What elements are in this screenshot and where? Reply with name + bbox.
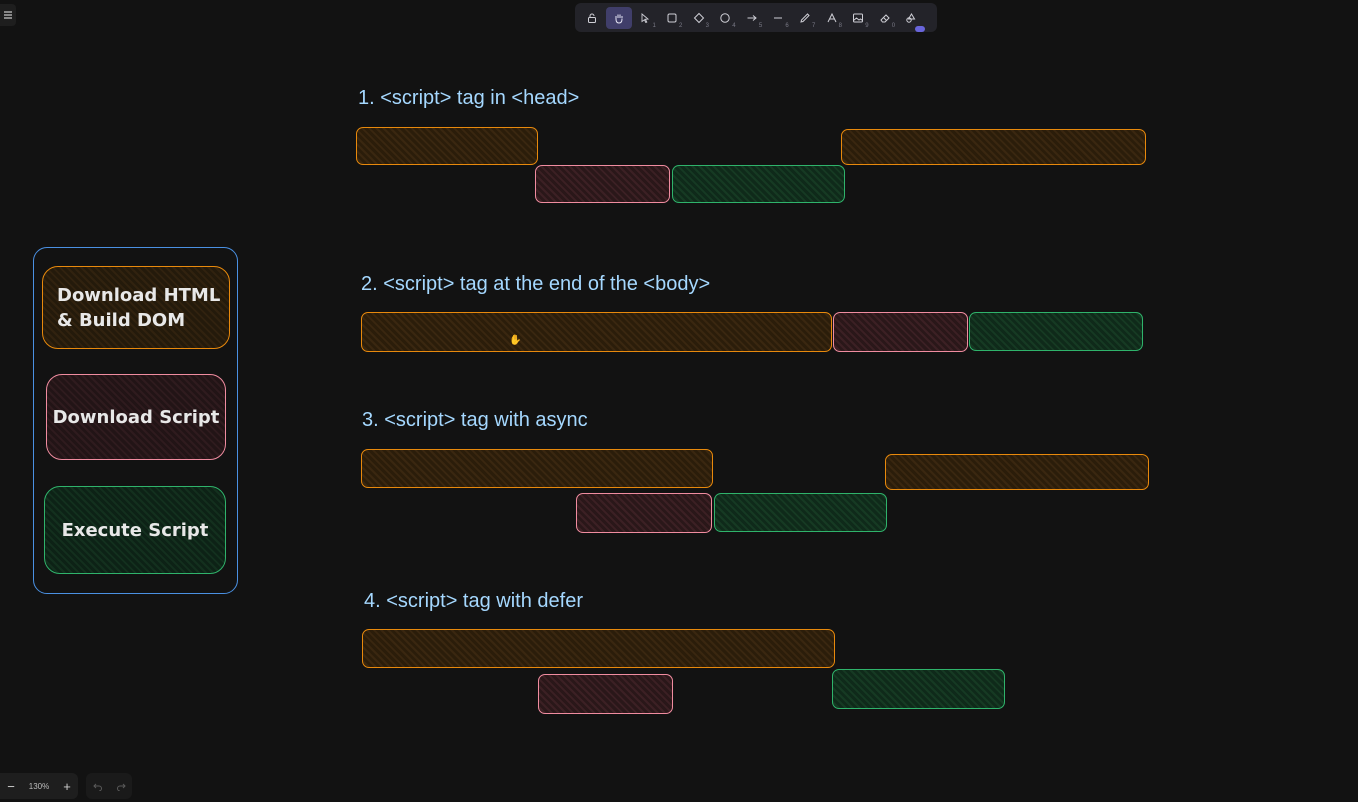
section-title-defer: 4. <script> tag with defer [364,590,584,612]
shortcut-key: 4 [732,22,736,29]
eraser-icon [880,13,890,22]
shortcut-key: 1 [652,22,656,29]
shortcut-key: 5 [758,22,763,29]
selection-tool[interactable]: 1 [632,7,659,29]
html-parse-bar[interactable] [361,449,713,488]
whiteboard-canvas[interactable]: 1 2 3 4 5 6 7 8 9 0 Download HTML & Buil… [0,0,1358,802]
ellipse-tool[interactable]: 4 [712,7,739,29]
shortcut-key: 2 [679,22,683,29]
more-tools[interactable] [898,7,925,32]
image-icon [853,13,864,22]
draw-tool[interactable]: 7 [792,7,819,29]
script-download-bar[interactable] [535,165,670,203]
script-execute-bar[interactable] [714,493,887,532]
arrow-tool[interactable]: 5 [739,7,766,29]
square-icon [667,13,677,22]
text-tool[interactable]: 8 [818,7,845,29]
hamburger-menu-icon [4,11,12,19]
undo-redo-controls [86,773,132,799]
legend-box: Download HTML & Build DOM Download Scrip… [33,247,238,594]
diamond-icon [693,12,704,23]
script-execute-bar[interactable] [832,669,1005,709]
legend-download-item: Download Script [46,374,226,460]
more-tools-badge [914,25,925,32]
zoom-controls: − 130% + [0,773,78,799]
legend-html-label: Download HTML & Build DOM [57,284,221,331]
script-download-bar[interactable] [833,312,968,352]
eraser-tool[interactable]: 0 [872,7,899,29]
legend-execute-item: Execute Script [44,486,226,574]
shapes-icon [906,12,916,23]
script-download-bar[interactable] [576,493,712,533]
shortcut-key: 0 [891,22,896,29]
section-title-body: 2. <script> tag at the end of the <body> [361,273,711,295]
pointer-icon [642,12,650,23]
shortcut-key: 7 [812,22,816,29]
section-title-async: 3. <script> tag with async [362,409,588,431]
shortcut-key: 6 [785,22,789,29]
html-parse-bar[interactable] [841,129,1146,165]
line-tool[interactable]: 6 [765,7,792,29]
section-title-head: 1. <script> tag in <head> [358,87,580,109]
zoom-level[interactable]: 130% [29,782,49,791]
arrow-icon [747,14,757,21]
script-execute-bar[interactable] [969,312,1143,351]
circle-icon [720,12,730,23]
hand-tool[interactable] [605,6,633,29]
main-menu-button[interactable] [0,4,16,26]
legend-download-label: Download Script [52,406,220,428]
html-parse-bar[interactable] [885,454,1149,490]
hand-icon [615,14,623,24]
pencil-icon [800,12,810,23]
html-parse-bar[interactable] [361,312,832,352]
rectangle-tool[interactable]: 2 [659,7,686,29]
zoom-out-button[interactable]: − [4,779,18,794]
script-execute-bar[interactable] [672,165,845,203]
shortcut-key: 8 [838,22,842,29]
zoom-in-button[interactable]: + [60,779,74,794]
cursor-icon: ✋ [509,335,522,346]
shortcut-key: 3 [705,22,709,29]
undo-icon[interactable] [92,781,103,791]
diamond-tool[interactable]: 3 [685,7,712,29]
legend-execute-label: Execute Script [61,519,209,541]
html-parse-bar[interactable] [356,127,538,165]
line-icon [774,17,783,18]
image-tool[interactable]: 9 [845,7,872,29]
html-parse-bar[interactable] [362,629,835,668]
text-icon [827,12,837,22]
lock-icon [588,13,597,23]
lock-tool[interactable] [579,7,606,29]
legend-html-item: Download HTML & Build DOM [42,266,230,349]
script-download-bar[interactable] [538,674,673,714]
shortcut-key: 9 [865,22,869,29]
redo-icon[interactable] [116,781,126,791]
shapes-toolbar: 1 2 3 4 5 6 7 8 9 0 [575,3,937,32]
